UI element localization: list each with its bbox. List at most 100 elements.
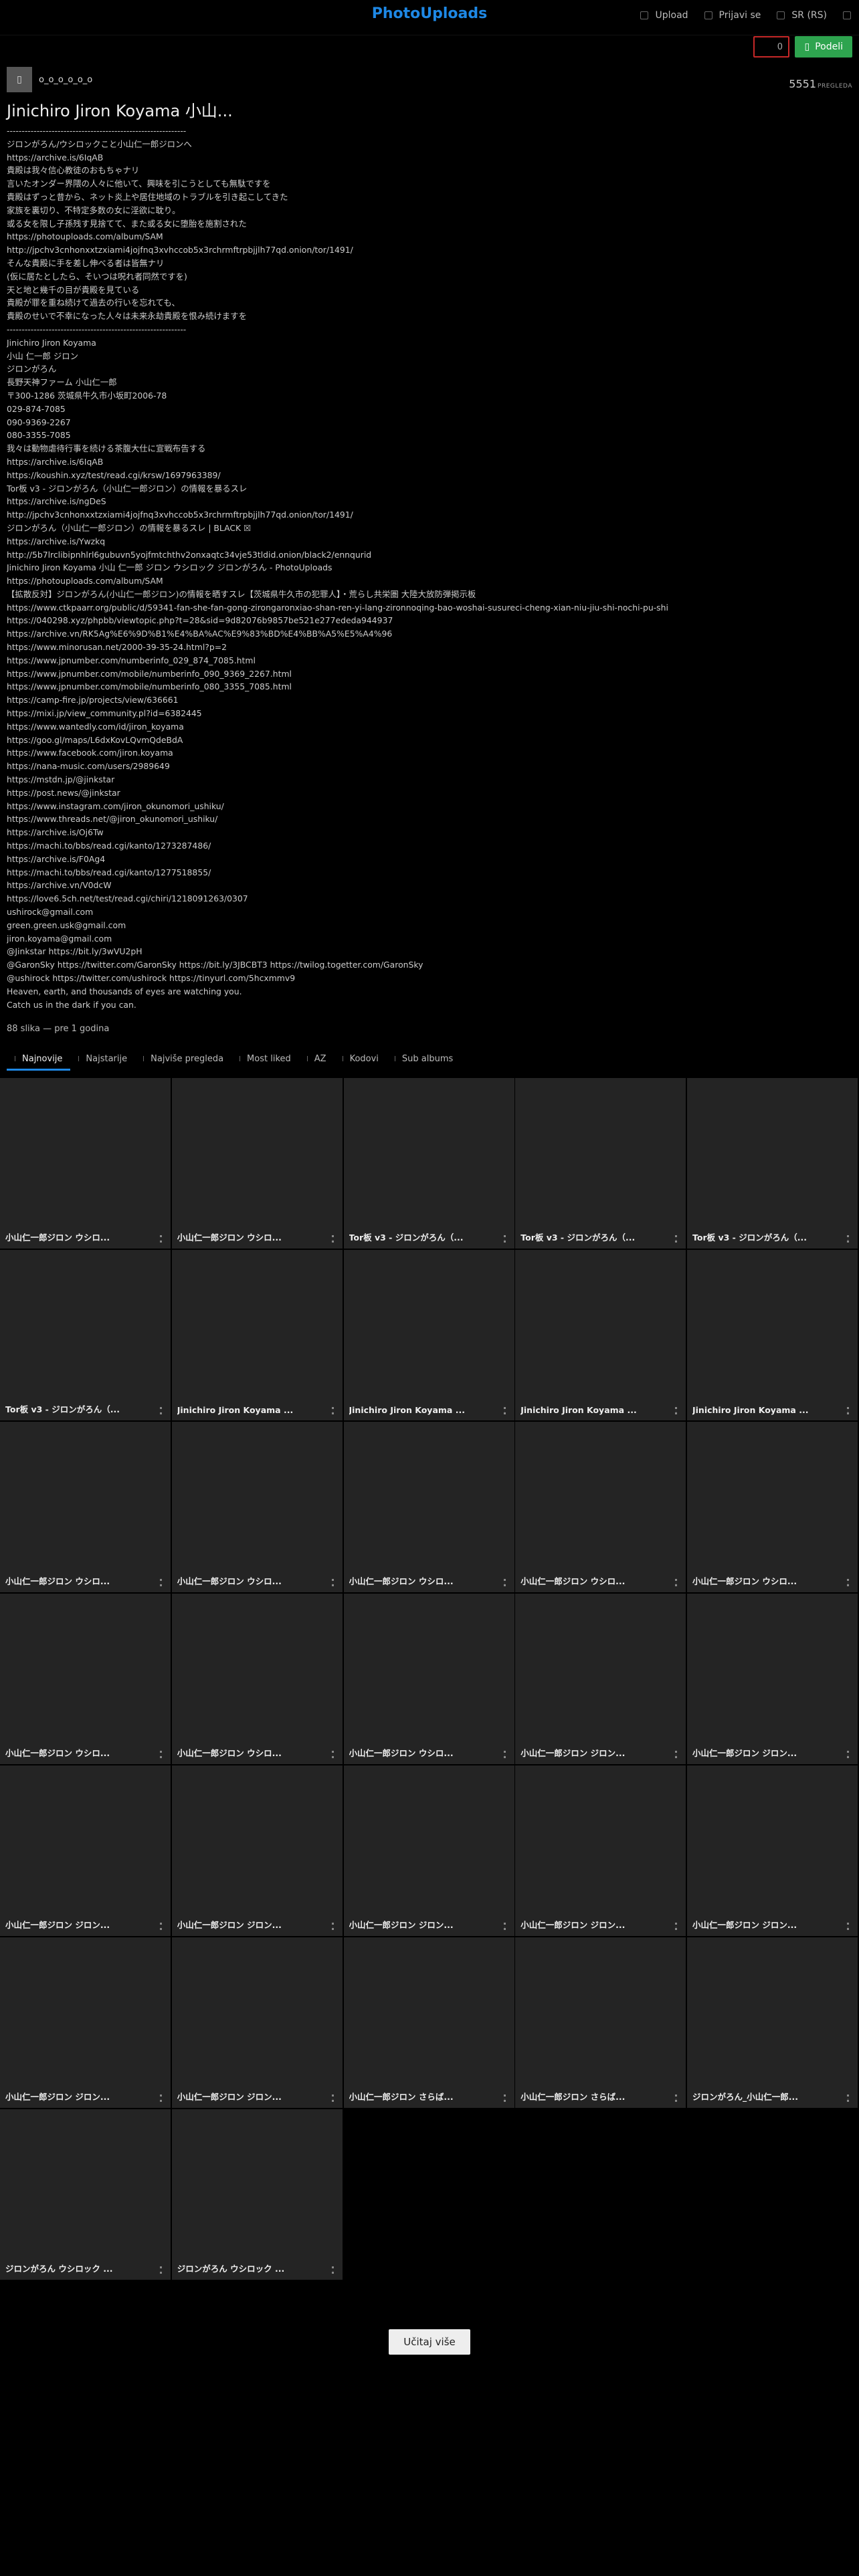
image-card[interactable]: 小山仁一郎ジロン ジロン... [343, 1765, 514, 1936]
tab-kodovi[interactable]: Kodovi [335, 1047, 387, 1070]
image-card[interactable]: 小山仁一郎ジロン ウシロ... [0, 1422, 171, 1592]
more-options-icon[interactable] [331, 1407, 336, 1414]
more-options-icon[interactable] [160, 2095, 164, 2102]
image-card[interactable]: 小山仁一郎ジロン ウシロ... [171, 1078, 343, 1249]
image-card[interactable]: 小山仁一郎ジロン ジロン... [515, 1594, 686, 1764]
image-card[interactable]: 小山仁一郎ジロン ウシロ... [343, 1594, 514, 1764]
image-caption[interactable]: Tor板 v3 - ジロンがろん（... [520, 1230, 668, 1243]
share-button[interactable]: ▯ Podeli [795, 36, 852, 58]
upload-link[interactable]: Upload [640, 10, 688, 21]
more-options-icon[interactable] [503, 1235, 508, 1243]
image-caption[interactable]: 小山仁一郎ジロン ジロン... [177, 2090, 325, 2103]
more-options-icon[interactable] [503, 1923, 508, 1930]
image-caption[interactable]: Tor板 v3 - ジロンがろん（... [349, 1230, 497, 1243]
image-card[interactable]: Tor板 v3 - ジロンがろん（... [0, 1250, 171, 1420]
image-caption[interactable]: Jinichiro Jiron Koyama ... [349, 1405, 497, 1415]
like-button[interactable]: 0 [753, 36, 789, 58]
more-options-icon[interactable] [847, 2095, 851, 2102]
more-options-icon[interactable] [503, 1407, 508, 1414]
more-options-icon[interactable] [503, 2095, 508, 2102]
image-caption[interactable]: 小山仁一郎ジロン ジロン... [520, 1746, 668, 1759]
image-card[interactable]: ジロンがろん ウシロック ... [171, 2109, 343, 2280]
more-options-icon[interactable] [675, 1579, 679, 1586]
image-caption[interactable]: 小山仁一郎ジロン ウシロ... [5, 1574, 153, 1587]
more-options-icon[interactable] [847, 1923, 851, 1930]
tab-sub-albums[interactable]: Sub albums [387, 1047, 461, 1070]
more-options-icon[interactable] [847, 1579, 851, 1586]
image-card[interactable]: 小山仁一郎ジロン ジロン... [687, 1594, 858, 1764]
image-card[interactable]: 小山仁一郎ジロン さらば... [515, 1937, 686, 2108]
image-caption[interactable]: 小山仁一郎ジロン ウシロ... [692, 1574, 840, 1587]
image-card[interactable]: Tor板 v3 - ジロンがろん（... [343, 1078, 514, 1249]
image-card[interactable]: Jinichiro Jiron Koyama ... [515, 1250, 686, 1420]
tab-az[interactable]: AZ [299, 1047, 335, 1070]
image-caption[interactable]: 小山仁一郎ジロン ウシロ... [349, 1746, 497, 1759]
more-options-icon[interactable] [847, 1235, 851, 1243]
image-caption[interactable]: 小山仁一郎ジロン ジロン... [349, 1918, 497, 1931]
image-card[interactable]: Jinichiro Jiron Koyama ... [687, 1250, 858, 1420]
image-card[interactable]: 小山仁一郎ジロン ウシロ... [515, 1422, 686, 1592]
more-options-icon[interactable] [160, 1407, 164, 1414]
more-options-icon[interactable] [847, 1751, 851, 1758]
tab-najstarije[interactable]: Najstarije [70, 1047, 135, 1070]
more-options-icon[interactable] [160, 2266, 164, 2274]
image-caption[interactable]: 小山仁一郎ジロン ウシロ... [177, 1574, 325, 1587]
more-options-icon[interactable] [331, 1235, 336, 1243]
image-card[interactable]: 小山仁一郎ジロン ウシロ... [0, 1594, 171, 1764]
more-options-icon[interactable] [847, 1407, 851, 1414]
more-menu[interactable] [843, 10, 851, 21]
image-caption[interactable]: ジロンがろん_小山仁一郎... [692, 2090, 840, 2103]
image-card[interactable]: 小山仁一郎ジロン ジロン... [171, 1937, 343, 2108]
more-options-icon[interactable] [331, 1751, 336, 1758]
image-card[interactable]: Jinichiro Jiron Koyama ... [171, 1250, 343, 1420]
image-caption[interactable]: 小山仁一郎ジロン ウシロ... [177, 1746, 325, 1759]
more-options-icon[interactable] [331, 2095, 336, 2102]
image-card[interactable]: 小山仁一郎ジロン ジロン... [515, 1765, 686, 1936]
image-caption[interactable]: Tor板 v3 - ジロンがろん（... [5, 1402, 153, 1415]
image-card[interactable]: 小山仁一郎ジロン ジロン... [0, 1765, 171, 1936]
more-options-icon[interactable] [160, 1235, 164, 1243]
image-caption[interactable]: 小山仁一郎ジロン ジロン... [5, 2090, 153, 2103]
image-caption[interactable]: 小山仁一郎ジロン ウシロ... [5, 1230, 153, 1243]
image-caption[interactable]: 小山仁一郎ジロン ウシロ... [5, 1746, 153, 1759]
image-card[interactable]: Tor板 v3 - ジロンがろん（... [515, 1078, 686, 1249]
avatar[interactable]: ▯ [7, 67, 32, 92]
image-card[interactable]: 小山仁一郎ジロン ウシロ... [171, 1422, 343, 1592]
more-options-icon[interactable] [675, 1751, 679, 1758]
image-caption[interactable]: 小山仁一郎ジロン さらば... [520, 2090, 668, 2103]
image-caption[interactable]: ジロンがろん ウシロック ... [5, 2262, 153, 2274]
more-options-icon[interactable] [675, 1923, 679, 1930]
more-options-icon[interactable] [331, 1923, 336, 1930]
more-options-icon[interactable] [503, 1579, 508, 1586]
image-caption[interactable]: Tor板 v3 - ジロンがろん（... [692, 1230, 840, 1243]
image-card[interactable]: ジロンがろん_小山仁一郎... [687, 1937, 858, 2108]
image-caption[interactable]: 小山仁一郎ジロン ウシロ... [177, 1230, 325, 1243]
image-card[interactable]: Jinichiro Jiron Koyama ... [343, 1250, 514, 1420]
more-options-icon[interactable] [503, 1751, 508, 1758]
tab-najviše-pregleda[interactable]: Najviše pregleda [135, 1047, 231, 1070]
more-options-icon[interactable] [160, 1751, 164, 1758]
image-card[interactable]: Tor板 v3 - ジロンがろん（... [687, 1078, 858, 1249]
image-caption[interactable]: 小山仁一郎ジロン ジロン... [177, 1918, 325, 1931]
image-card[interactable]: 小山仁一郎ジロン ウシロ... [687, 1422, 858, 1592]
image-card[interactable]: ジロンがろん ウシロック ... [0, 2109, 171, 2280]
image-caption[interactable]: 小山仁一郎ジロン ジロン... [692, 1746, 840, 1759]
more-options-icon[interactable] [675, 2095, 679, 2102]
more-options-icon[interactable] [331, 2266, 336, 2274]
more-options-icon[interactable] [675, 1407, 679, 1414]
image-caption[interactable]: Jinichiro Jiron Koyama ... [692, 1405, 840, 1415]
image-card[interactable]: 小山仁一郎ジロン ジロン... [687, 1765, 858, 1936]
image-card[interactable]: 小山仁一郎ジロン ウシロ... [0, 1078, 171, 1249]
image-caption[interactable]: Jinichiro Jiron Koyama ... [177, 1405, 325, 1415]
image-card[interactable]: 小山仁一郎ジロン ジロン... [171, 1765, 343, 1936]
image-caption[interactable]: Jinichiro Jiron Koyama ... [520, 1405, 668, 1415]
more-options-icon[interactable] [160, 1579, 164, 1586]
image-caption[interactable]: 小山仁一郎ジロン ジロン... [692, 1918, 840, 1931]
more-options-icon[interactable] [675, 1235, 679, 1243]
user-profile[interactable]: ▯ ο_ο_ο_ο_ο_ο [7, 67, 92, 92]
more-options-icon[interactable] [331, 1579, 336, 1586]
load-more-button[interactable]: Učitaj više [389, 2329, 470, 2355]
image-caption[interactable]: ジロンがろん ウシロック ... [177, 2262, 325, 2274]
image-caption[interactable]: 小山仁一郎ジロン ジロン... [520, 1918, 668, 1931]
image-caption[interactable]: 小山仁一郎ジロン ジロン... [5, 1918, 153, 1931]
